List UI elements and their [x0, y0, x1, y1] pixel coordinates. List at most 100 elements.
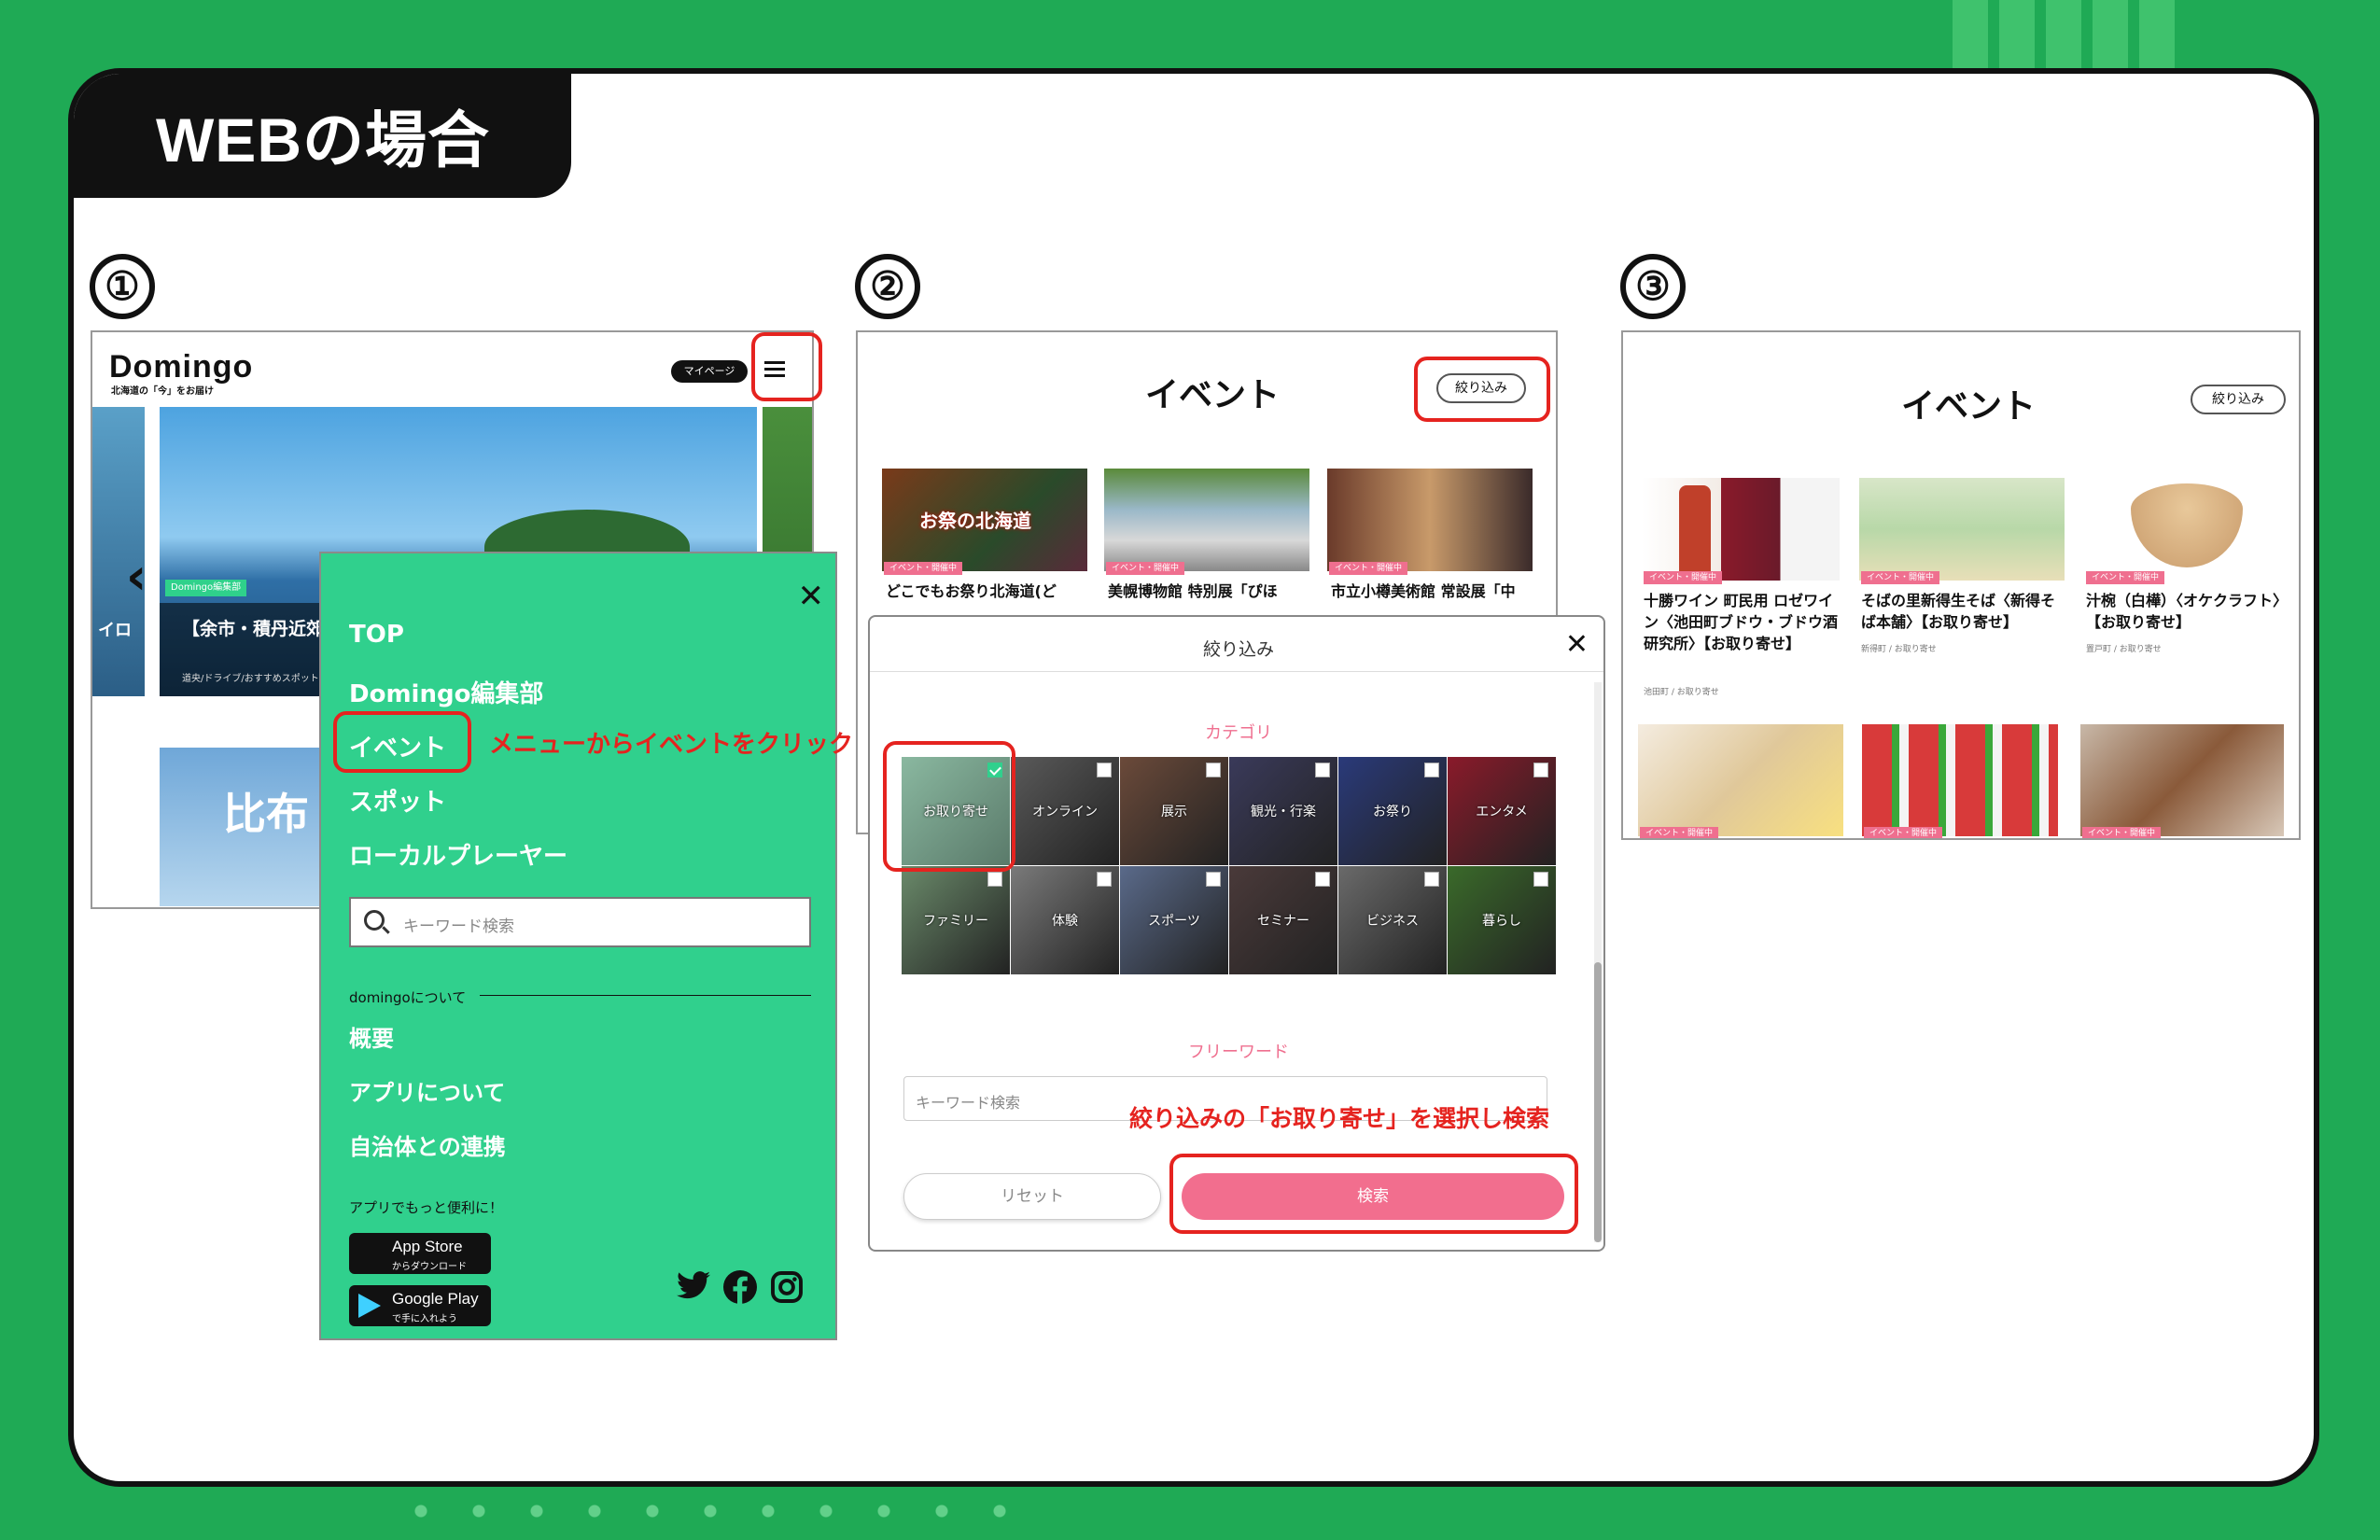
divider	[480, 995, 811, 996]
event-badge: イベント・開催中	[1640, 827, 1719, 838]
category-tile[interactable]: ビジネス	[1338, 866, 1447, 974]
checkbox[interactable]	[1533, 763, 1548, 777]
menu-section-about: domingoについて	[349, 989, 467, 1006]
category-tile[interactable]: 暮らし	[1448, 866, 1556, 974]
event-title[interactable]: 美幌博物館 特別展「ぴほ	[1108, 581, 1278, 602]
app-promo-label: アプリでもっと便利に！	[349, 1199, 504, 1216]
hero-badge: Domingo編集部	[165, 580, 247, 596]
highlight-event-menu	[333, 711, 471, 773]
article-image-text: 比布	[223, 789, 309, 839]
step-number-1: ①	[90, 254, 155, 319]
category-label: 展示	[1161, 805, 1187, 819]
category-label: 体験	[1052, 914, 1078, 929]
category-tile[interactable]: スポーツ	[1120, 866, 1228, 974]
domingo-logo[interactable]: Domingo	[109, 349, 253, 385]
step3-screen: イベント 絞り込み イベント・開催中 イベント・開催中 イベント・開催中 十勝ワ…	[1621, 330, 2301, 840]
event-thumb-3[interactable]	[1327, 469, 1533, 571]
menu-item-spot[interactable]: スポット	[349, 783, 446, 818]
annotation-step1: メニューからイベントをクリック	[489, 731, 854, 759]
event-page-title: イベント	[1145, 376, 1281, 414]
filter-button[interactable]: 絞り込み	[2191, 385, 2286, 414]
category-label: スポーツ	[1148, 914, 1200, 929]
checkbox[interactable]	[1533, 872, 1548, 887]
divider	[870, 671, 1603, 672]
checkbox[interactable]	[1424, 872, 1439, 887]
slide-card: WEBの場合 ① ② ③ Domingo 北海道の「今」をお届け マイページ ‹…	[68, 68, 2319, 1487]
scrollbar-thumb[interactable]	[1594, 962, 1602, 1242]
product-thumb-1[interactable]	[1642, 478, 1840, 581]
event-badge: イベント・開催中	[1106, 562, 1185, 575]
checkbox[interactable]	[1315, 763, 1330, 777]
event-title[interactable]: 汁椀（白樺）〈オケクラフト〉【お取り寄せ】	[2086, 590, 2284, 633]
category-tile[interactable]: セミナー	[1229, 866, 1337, 974]
event-thumb-2[interactable]	[1104, 469, 1309, 571]
highlight-search-button	[1169, 1154, 1578, 1234]
checkbox[interactable]	[1097, 763, 1112, 777]
google-play-button[interactable]: Google Play で手に入れよう	[349, 1285, 491, 1326]
category-label: セミナー	[1257, 914, 1309, 929]
hero-left-text: イロ	[98, 621, 132, 640]
nav-menu: ✕ TOP Domingo編集部 イベント スポット ローカルプレーヤー キーワ…	[319, 552, 837, 1340]
checkbox[interactable]	[1424, 763, 1439, 777]
twitter-icon[interactable]	[676, 1270, 711, 1306]
product-thumb-3[interactable]	[2084, 478, 2282, 581]
facebook-icon[interactable]	[722, 1270, 758, 1306]
checkbox[interactable]	[1206, 872, 1221, 887]
product-thumb-4[interactable]	[1638, 724, 1843, 836]
event-title[interactable]: どこでもお祭り北海道(ど	[886, 581, 1057, 602]
modal-title: 絞り込み	[1202, 639, 1274, 660]
checkbox[interactable]	[1315, 872, 1330, 887]
menu-search-input[interactable]: キーワード検索	[349, 897, 811, 947]
category-tile[interactable]: 体験	[1011, 866, 1119, 974]
checkbox[interactable]	[1097, 872, 1112, 887]
event-badge: イベント・開催中	[1864, 827, 1943, 838]
category-label: エンタメ	[1476, 805, 1528, 819]
wine-bottle-shape	[1679, 485, 1711, 579]
event-title[interactable]: 市立小樽美術館 常設展「中	[1331, 581, 1516, 602]
category-label: ファミリー	[923, 914, 988, 929]
mypage-button[interactable]: マイページ	[671, 360, 748, 383]
menu-item-municipality[interactable]: 自治体との連携	[349, 1128, 506, 1161]
category-label: お祭り	[1373, 805, 1412, 819]
category-tile[interactable]: エンタメ	[1448, 757, 1556, 865]
event-title[interactable]: そばの里新得生そば〈新得そば本舗〉【お取り寄せ】	[1861, 590, 2063, 633]
menu-item-top[interactable]: TOP	[349, 621, 404, 649]
menu-item-overview[interactable]: 概要	[349, 1020, 394, 1053]
app-store-title: App Store	[392, 1238, 463, 1255]
menu-item-editorial[interactable]: Domingo編集部	[349, 675, 543, 709]
category-tile[interactable]: ファミリー	[902, 866, 1010, 974]
category-tile[interactable]: 観光・行楽	[1229, 757, 1337, 865]
step-number-2: ②	[855, 254, 920, 319]
event-tags: 池田町 / お取り寄せ	[1644, 688, 1719, 697]
event-thumb-1[interactable]: お祭の北海道	[882, 469, 1087, 571]
category-tile[interactable]: オンライン	[1011, 757, 1119, 865]
category-tile[interactable]: お祭り	[1338, 757, 1447, 865]
thumb-overlay-text: お祭の北海道	[919, 510, 1031, 532]
freeword-heading: フリーワード	[1188, 1043, 1289, 1062]
menu-item-app[interactable]: アプリについて	[349, 1074, 505, 1107]
event-tags: 新得町 / お取り寄せ	[1861, 645, 1937, 654]
checkbox[interactable]	[987, 872, 1002, 887]
search-icon	[364, 910, 385, 931]
product-thumb-6[interactable]	[2080, 724, 2284, 836]
search-placeholder: キーワード検索	[403, 917, 514, 936]
chevron-left-icon[interactable]: ‹	[126, 547, 147, 606]
event-title[interactable]: 十勝ワイン 町民用 ロゼワイン〈池田町ブドウ・ブドウ酒研究所〉【お取り寄せ】	[1644, 590, 1841, 654]
close-icon[interactable]: ✕	[798, 578, 825, 615]
product-thumb-2[interactable]	[1859, 478, 2065, 581]
event-page-title: イベント	[1901, 387, 2037, 426]
google-play-icon	[358, 1294, 381, 1318]
instagram-icon[interactable]	[769, 1270, 805, 1306]
bg-dots	[392, 1497, 1008, 1525]
checkbox[interactable]	[1206, 763, 1221, 777]
reset-button[interactable]: リセット	[903, 1173, 1161, 1220]
category-label: 観光・行楽	[1251, 805, 1316, 819]
app-store-button[interactable]: App Store からダウンロード	[349, 1233, 491, 1274]
google-play-sub: で手に入れよう	[392, 1314, 457, 1324]
menu-item-local-player[interactable]: ローカルプレーヤー	[349, 837, 567, 872]
category-tile[interactable]: 展示	[1120, 757, 1228, 865]
app-store-sub: からダウンロード	[392, 1262, 467, 1272]
close-icon[interactable]: ✕	[1565, 628, 1589, 661]
event-badge: イベント・開催中	[2086, 571, 2165, 584]
product-thumb-5[interactable]	[1862, 724, 2058, 836]
